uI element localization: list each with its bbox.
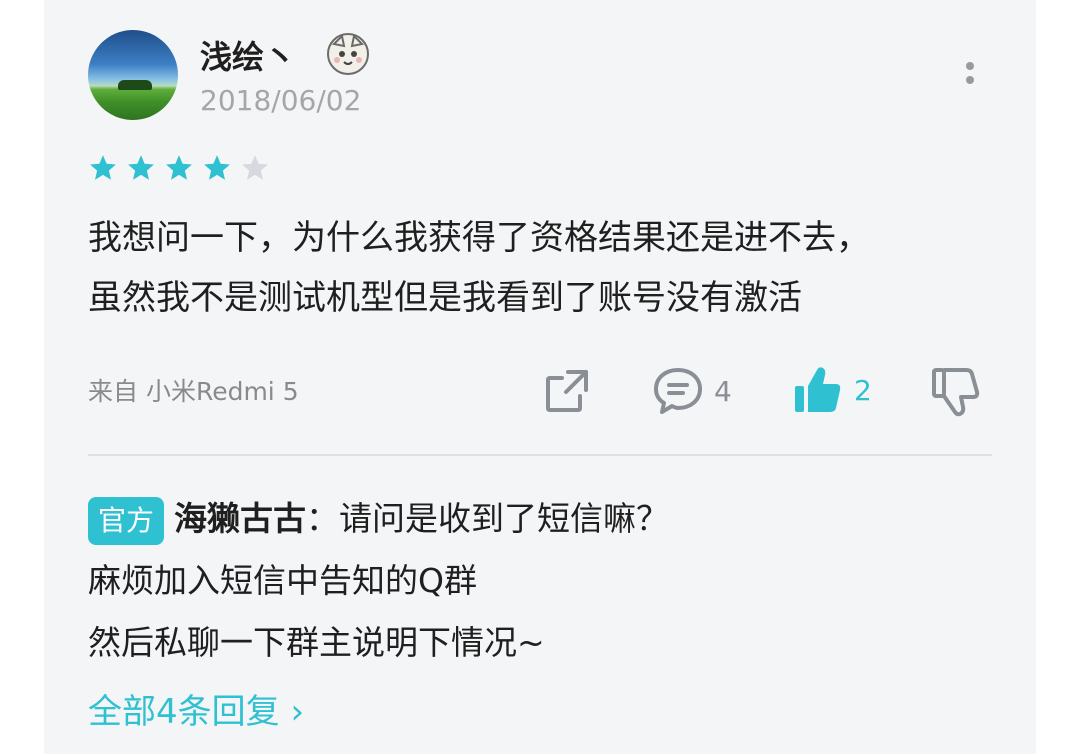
view-all-replies-link[interactable]: 全部4条回复 ›	[88, 684, 304, 733]
more-icon[interactable]	[956, 58, 984, 94]
like-button[interactable]: 2	[792, 364, 872, 416]
reply-text: 麻烦加入短信中告知的Q群	[88, 561, 477, 600]
share-button[interactable]	[542, 366, 592, 416]
thumbs-down-icon	[932, 368, 980, 417]
reply-text: 请问是收到了短信嘛？	[339, 499, 670, 538]
review-line: 虽然我不是测试机型但是我看到了账号没有激活	[88, 278, 802, 318]
reply-first-line: 官方 海獭古古：请问是收到了短信嘛？	[88, 488, 998, 550]
share-icon	[546, 370, 588, 412]
star-filled-icon	[164, 153, 194, 183]
review-date: 2018/06/02	[200, 84, 362, 117]
star-empty-icon	[240, 153, 270, 183]
divider	[88, 454, 992, 456]
comment-count: 4	[714, 374, 732, 408]
star-filled-icon	[88, 153, 118, 183]
badge-icon	[324, 30, 372, 78]
username[interactable]: 浅绘丶	[200, 32, 296, 78]
reply-text: 然后私聊一下群主说明下情况~	[88, 623, 545, 662]
official-reply[interactable]: 官方 海獭古古：请问是收到了短信嘛？ 麻烦加入短信中告知的Q群 然后私聊一下群主说…	[88, 488, 998, 674]
like-count: 2	[854, 373, 872, 407]
star-filled-icon	[202, 153, 232, 183]
reply-separator: ：	[306, 499, 340, 538]
review-line: 我想问一下，为什么我获得了资格结果还是进不去，	[88, 218, 870, 258]
comment-button[interactable]: 4	[652, 366, 732, 416]
rating-stars	[88, 153, 270, 183]
comment-icon	[654, 368, 702, 414]
official-tag: 官方	[88, 496, 165, 545]
dislike-button[interactable]	[930, 366, 982, 418]
thumbs-up-icon	[795, 367, 841, 412]
review-content: 我想问一下，为什么我获得了资格结果还是进不去， 虽然我不是测试机型但是我看到了账…	[88, 208, 988, 328]
avatar[interactable]	[88, 30, 178, 120]
star-filled-icon	[126, 153, 156, 183]
action-bar: 4 2	[0, 362, 1080, 418]
replier-name[interactable]: 海獭古古	[174, 499, 306, 538]
